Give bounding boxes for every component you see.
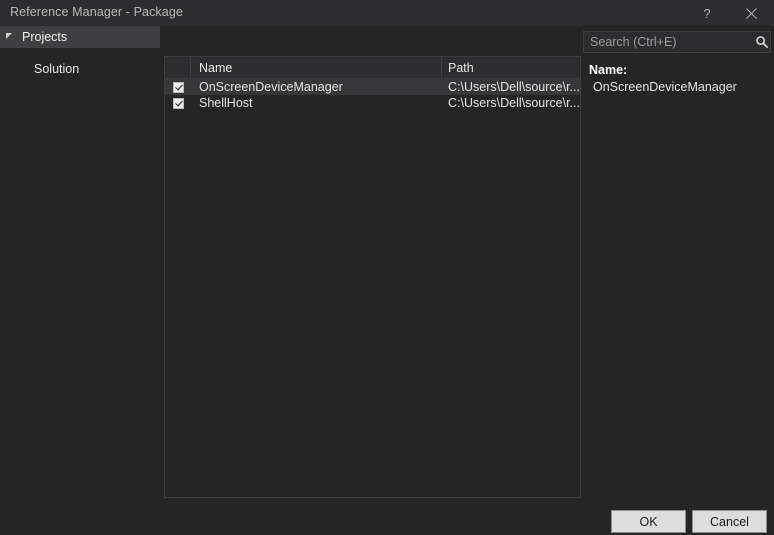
titlebar: Reference Manager - Package ? bbox=[0, 0, 774, 26]
column-header-name-label: Name bbox=[199, 60, 233, 75]
project-list-panel: Name Path OnScreenDeviceManager C:\Users… bbox=[164, 56, 581, 498]
reference-manager-dialog: Reference Manager - Package ? Projects S… bbox=[0, 0, 774, 535]
row-name-label: OnScreenDeviceManager bbox=[199, 80, 343, 94]
row-checkbox[interactable] bbox=[172, 81, 184, 93]
list-body: OnScreenDeviceManager C:\Users\Dell\sour… bbox=[165, 79, 580, 111]
row-name-cell: OnScreenDeviceManager bbox=[191, 79, 442, 95]
search-input[interactable] bbox=[584, 32, 755, 52]
details-name-label: Name: bbox=[589, 63, 628, 77]
list-header-row: Name Path bbox=[165, 57, 580, 79]
window-title: Reference Manager - Package bbox=[10, 5, 183, 19]
row-checkbox-cell[interactable] bbox=[165, 79, 191, 95]
table-row[interactable]: ShellHost C:\Users\Dell\source\r... bbox=[165, 95, 580, 111]
row-path-label: C:\Users\Dell\source\r... bbox=[448, 80, 580, 94]
expander-triangle-icon[interactable] bbox=[6, 33, 12, 39]
footer-bar: OK Cancel bbox=[0, 500, 774, 535]
help-button[interactable]: ? bbox=[686, 0, 728, 26]
row-checkbox[interactable] bbox=[172, 97, 184, 109]
question-mark-icon: ? bbox=[703, 5, 711, 21]
search-icon[interactable] bbox=[755, 35, 771, 49]
details-name-value: OnScreenDeviceManager bbox=[593, 80, 737, 94]
details-panel: Name: OnScreenDeviceManager bbox=[589, 62, 771, 96]
row-name-cell: ShellHost bbox=[191, 95, 442, 111]
ok-button[interactable]: OK bbox=[611, 510, 686, 533]
column-header-path[interactable]: Path bbox=[442, 57, 580, 78]
row-path-cell: C:\Users\Dell\source\r... bbox=[442, 79, 580, 95]
close-icon bbox=[745, 7, 757, 19]
column-header-checkbox[interactable] bbox=[165, 57, 191, 78]
row-checkbox-cell[interactable] bbox=[165, 95, 191, 111]
sidebar-item-label: Solution bbox=[34, 62, 80, 76]
category-tree: Projects Solution bbox=[0, 26, 160, 500]
row-path-cell: C:\Users\Dell\source\r... bbox=[442, 95, 580, 111]
sidebar-item-projects[interactable]: Projects bbox=[0, 26, 160, 48]
sidebar-item-solution[interactable]: Solution bbox=[0, 58, 160, 80]
close-button[interactable] bbox=[730, 0, 772, 26]
search-box[interactable] bbox=[583, 31, 771, 53]
cancel-button[interactable]: Cancel bbox=[692, 510, 767, 533]
row-path-label: C:\Users\Dell\source\r... bbox=[448, 96, 580, 110]
column-header-name[interactable]: Name bbox=[191, 57, 442, 78]
row-name-label: ShellHost bbox=[199, 96, 253, 110]
table-row[interactable]: OnScreenDeviceManager C:\Users\Dell\sour… bbox=[165, 79, 580, 95]
column-header-path-label: Path bbox=[448, 60, 474, 75]
sidebar-item-label: Projects bbox=[22, 30, 68, 44]
